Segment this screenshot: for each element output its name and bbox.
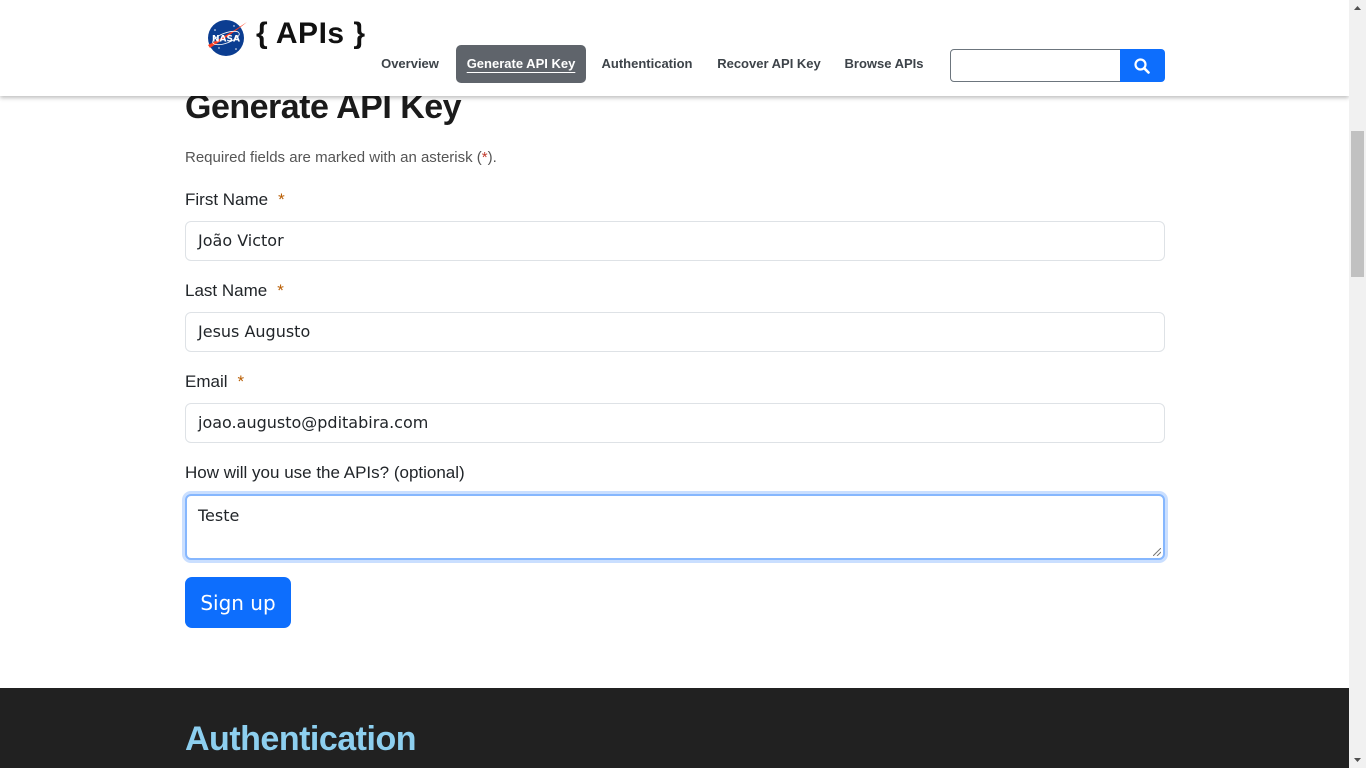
first-name-label-text: First Name [185, 190, 269, 209]
last-name-label: Last Name * [185, 281, 284, 301]
scroll-down-arrow-icon[interactable] [1349, 751, 1366, 768]
email-required-asterisk: * [237, 372, 245, 391]
nav-authentication-label: Authentication [601, 56, 693, 71]
nav-overview[interactable]: Overview [370, 45, 450, 83]
vertical-scrollbar[interactable] [1349, 0, 1366, 768]
resize-grip-icon[interactable] [1153, 548, 1161, 556]
required-note: Required fields are marked with an aster… [185, 149, 497, 166]
nav-browse-apis[interactable]: Browse APIs [839, 45, 929, 83]
authentication-section: Authentication [0, 688, 1349, 768]
required-note-end: ). [487, 149, 497, 166]
search-button[interactable] [1120, 49, 1165, 82]
scroll-up-arrow-icon[interactable] [1349, 0, 1366, 17]
scrollbar-thumb[interactable] [1351, 131, 1364, 277]
brand-title[interactable]: { APIs } [256, 17, 366, 51]
usage-textarea[interactable]: Teste [185, 494, 1165, 560]
usage-textarea-value: Teste [198, 506, 240, 525]
usage-label: How will you use the APIs? (optional) [185, 463, 465, 482]
page: Generate API Key Required fields are mar… [0, 0, 1349, 768]
search-icon [1134, 58, 1150, 74]
nav-recover-api-key[interactable]: Recover API Key [709, 45, 829, 83]
first-name-required-asterisk: * [278, 190, 285, 209]
last-name-required-asterisk: * [277, 281, 284, 300]
site-header: NASA { APIs } Overview Generate API Key … [0, 0, 1349, 96]
nav-browse-apis-label: Browse APIs [844, 56, 924, 71]
last-name-label-text: Last Name [185, 281, 268, 300]
nav-recover-api-key-label: Recover API Key [717, 56, 821, 71]
authentication-heading: Authentication [185, 720, 416, 758]
nav-overview-label: Overview [381, 56, 439, 71]
nav-generate-api-key[interactable]: Generate API Key [456, 45, 586, 83]
required-note-text: Required fields are marked with an aster… [185, 149, 482, 166]
logo-text: NASA [212, 35, 240, 45]
email-label: Email * [185, 372, 244, 392]
first-name-input[interactable]: João Victor [185, 221, 1165, 261]
sign-up-button[interactable]: Sign up [185, 577, 291, 628]
search-input[interactable] [950, 49, 1121, 82]
last-name-input[interactable]: Jesus Augusto [185, 312, 1165, 352]
email-label-text: Email [185, 372, 228, 391]
nav-generate-api-key-label: Generate API Key [466, 56, 576, 71]
first-name-label: First Name * [185, 190, 285, 210]
email-input[interactable]: joao.augusto@pditabira.com [185, 403, 1165, 443]
nav-authentication[interactable]: Authentication [592, 45, 702, 83]
nasa-logo-icon[interactable]: NASA [206, 18, 248, 56]
